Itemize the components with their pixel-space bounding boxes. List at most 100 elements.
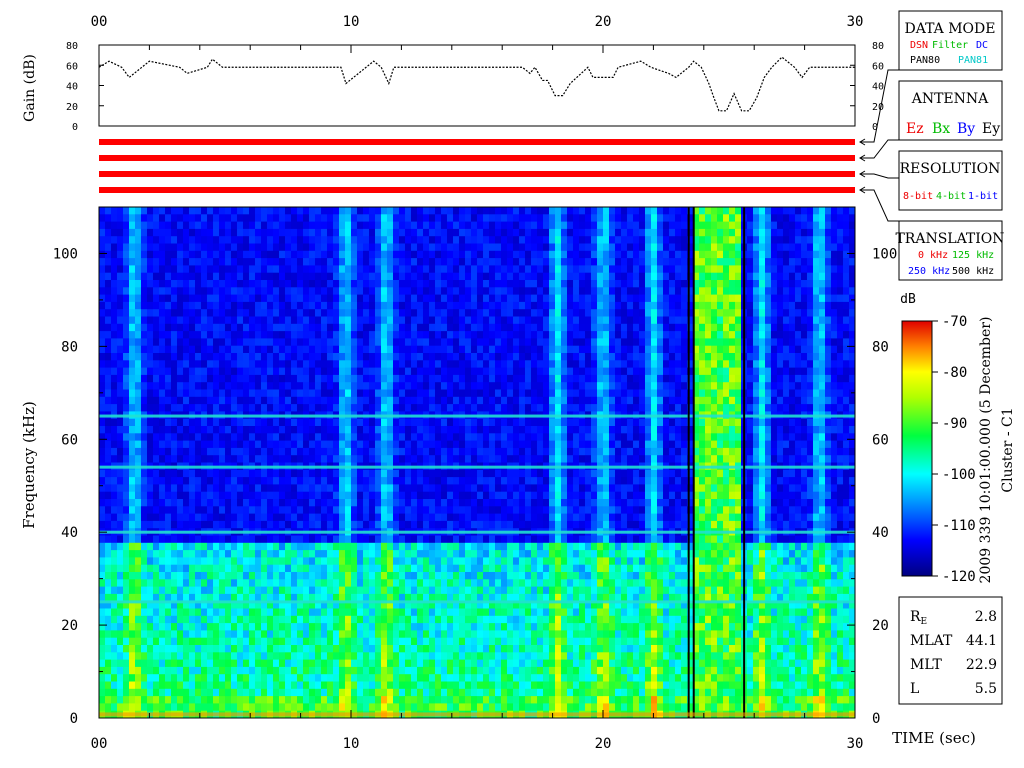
spectrogram-cell: [159, 250, 166, 259]
spectrogram-cell: [309, 272, 316, 281]
spectrogram-cell: [297, 404, 304, 412]
spectrogram-cell: [447, 550, 454, 558]
spectrogram-cell: [255, 382, 262, 390]
spectrogram-cell: [99, 630, 106, 639]
spectrogram-cell: [465, 323, 472, 332]
spectrogram-cell: [267, 353, 274, 361]
spectrogram-cell: [423, 659, 430, 668]
spectrogram-cell: [99, 674, 106, 682]
spectrogram-cell: [495, 615, 502, 624]
spectrogram-cell: [345, 557, 352, 566]
spectrogram-cell: [183, 374, 190, 383]
spectrogram-cell: [171, 550, 178, 558]
spectrogram-cell: [459, 637, 466, 646]
spectrogram-cell: [183, 615, 190, 624]
spectrogram-cell: [153, 374, 160, 383]
spectrogram-cell: [435, 572, 442, 580]
spectrogram-cell: [315, 382, 322, 390]
spectrogram-cell: [447, 447, 454, 456]
spectrogram-cell: [195, 287, 202, 295]
spectrogram-cell: [471, 469, 478, 478]
spectrogram-cell: [477, 623, 484, 631]
spectrogram-cell: [441, 338, 448, 347]
spectrogram-cell: [159, 207, 166, 215]
spectrogram-cell: [363, 214, 370, 222]
spectrogram-cell: [273, 243, 280, 252]
spectrogram-cell: [501, 681, 508, 690]
spectrogram-cell: [261, 455, 268, 463]
spectrogram-cell: [429, 214, 436, 222]
spectrogram-cell: [207, 250, 214, 259]
spectrogram-cell: [195, 674, 202, 682]
spectrogram-cell: [225, 236, 232, 244]
spectrogram-cell: [165, 440, 172, 449]
spectrogram-cell: [387, 389, 394, 398]
spectrogram-cell: [363, 652, 370, 660]
spectrogram-cell: [129, 484, 136, 493]
spectrogram-cell: [99, 243, 106, 252]
spectrogram-cell: [213, 272, 220, 281]
spectrogram-cell: [327, 630, 334, 639]
spectrogram-cell: [267, 280, 274, 288]
spectrogram-cell: [405, 572, 412, 580]
spectrogram-cell: [363, 309, 370, 317]
spectrogram-cell: [261, 287, 268, 295]
spectrogram-cell: [255, 287, 262, 295]
spectrogram-cell: [309, 258, 316, 266]
spectrogram-cell: [105, 243, 112, 252]
spectrogram-cell: [507, 272, 514, 281]
spectrogram-cell: [417, 447, 424, 456]
spectrogram-cell: [399, 491, 406, 500]
spectrogram-cell: [279, 550, 286, 558]
spectrogram-cell: [309, 316, 316, 325]
spectrogram-cell: [363, 447, 370, 456]
spectrogram-cell: [201, 623, 208, 631]
spectrogram-cell: [237, 550, 244, 558]
spectrogram-cell: [351, 666, 358, 675]
spectrogram-cell: [273, 696, 280, 704]
spectrogram-cell: [159, 586, 166, 595]
spectrogram-cell: [225, 338, 232, 347]
spectrogram-cell: [225, 608, 232, 617]
spectrogram-cell: [279, 688, 286, 697]
spectrogram-cell: [261, 228, 268, 237]
spectrogram-cell: [297, 659, 304, 668]
spectrogram-cell: [459, 513, 466, 522]
spectrogram-cell: [159, 440, 166, 449]
spectrogram-cell: [471, 535, 478, 544]
spectrogram-cell: [291, 360, 298, 368]
spectrogram-cell: [111, 236, 118, 244]
spectrogram-cell: [411, 367, 418, 376]
spectrogram-cell: [195, 652, 202, 660]
spectrogram-cell: [405, 433, 412, 441]
spectrogram-cell: [327, 484, 334, 493]
spectrogram-cell: [333, 564, 340, 573]
spectrogram-cell: [171, 243, 178, 252]
spectrogram-cell: [201, 535, 208, 544]
spectrogram-cell: [387, 382, 394, 390]
spectrogram-cell: [261, 221, 268, 230]
spectrogram-cell: [345, 280, 352, 288]
spectrogram-cell: [255, 572, 262, 580]
spectrogram-cell: [357, 469, 364, 478]
spectrogram-cell: [321, 207, 328, 215]
spectrogram-cell: [351, 258, 358, 266]
spectrogram-cell: [345, 404, 352, 412]
spectrogram-cell: [159, 389, 166, 398]
spectrogram-cell: [177, 477, 184, 485]
spectrogram-cell: [225, 345, 232, 354]
spectrogram-cell: [225, 265, 232, 274]
spectrogram-cell: [129, 550, 136, 558]
spectrogram-cell: [117, 557, 124, 566]
spectrogram-cell: [201, 550, 208, 558]
spectrogram-cell: [249, 520, 256, 529]
spectrogram-cell: [405, 608, 412, 617]
spectrogram-cell: [441, 426, 448, 434]
spectrogram-cell: [153, 338, 160, 347]
spectrogram-cell: [243, 404, 250, 412]
spectrogram-cell: [351, 323, 358, 332]
spectrogram-cell: [351, 550, 358, 558]
spectrogram-cell: [363, 513, 370, 522]
spectrogram-cell: [135, 316, 142, 325]
spectrogram-cell: [465, 608, 472, 617]
